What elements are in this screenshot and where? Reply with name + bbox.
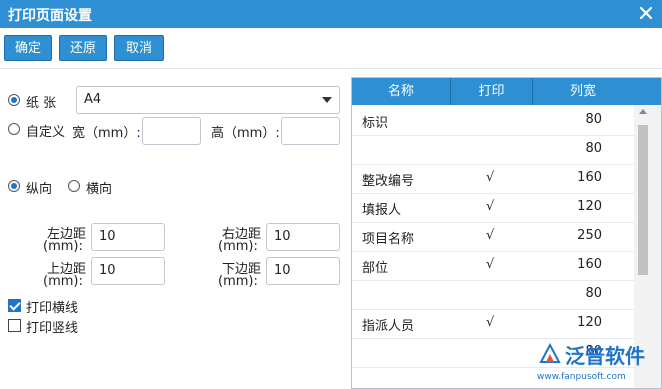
width-label: 宽（mm）: — [72, 126, 141, 141]
height-input[interactable] — [281, 117, 340, 145]
landscape-radio[interactable] — [68, 180, 80, 192]
left-margin-unit: (mm): — [43, 239, 83, 254]
cell-name: 填报人 — [362, 203, 402, 218]
cell-print[interactable]: √ — [486, 199, 494, 214]
cell-print[interactable]: √ — [486, 315, 494, 330]
cell-name: 指派人员 — [362, 319, 415, 334]
cell-width[interactable]: 120 — [577, 315, 602, 330]
header-width[interactable]: 列宽 — [533, 78, 633, 105]
right-margin-value: 10 — [274, 229, 291, 244]
landscape-label: 横向 — [86, 182, 113, 197]
table-row[interactable]: 80 — [352, 135, 634, 165]
top-margin-unit: (mm): — [43, 274, 83, 289]
close-icon[interactable] — [636, 3, 656, 23]
cell-width[interactable]: 80 — [585, 141, 602, 156]
cell-width[interactable]: 80 — [585, 286, 602, 301]
bottom-margin-input[interactable]: 10 — [266, 257, 340, 285]
table-row[interactable]: 部位 √ 160 — [352, 251, 634, 281]
header-print[interactable]: 打印 — [451, 78, 533, 105]
paper-size-value: A4 — [84, 92, 102, 107]
title-bar: 打印页面设置 — [0, 0, 662, 28]
table-header: 名称 打印 列宽 — [352, 78, 661, 105]
right-margin-input[interactable]: 10 — [266, 223, 340, 251]
cell-name: 部位 — [362, 261, 389, 276]
cell-width[interactable]: 250 — [577, 228, 602, 243]
paper-size-label: 纸 张 — [26, 96, 57, 111]
chevron-down-icon — [322, 97, 332, 103]
header-name[interactable]: 名称 — [352, 78, 451, 105]
table-row[interactable]: 整改编号 √ 160 — [352, 164, 634, 194]
cell-name: 标识 — [362, 116, 389, 131]
brand-logo-icon — [539, 342, 561, 363]
cancel-button[interactable]: 取消 — [114, 35, 164, 61]
cell-width[interactable]: 80 — [585, 112, 602, 127]
print-hlines-checkbox[interactable] — [8, 299, 21, 312]
paper-size-radio[interactable] — [8, 94, 20, 106]
left-margin-input[interactable]: 10 — [91, 223, 165, 251]
confirm-button[interactable]: 确定 — [4, 35, 52, 61]
top-margin-input[interactable]: 10 — [91, 257, 165, 285]
brand-name: 泛普软件 — [565, 344, 645, 368]
custom-size-radio[interactable] — [8, 123, 20, 135]
divider — [0, 68, 662, 69]
cell-width[interactable]: 160 — [577, 170, 602, 185]
restore-button[interactable]: 还原 — [59, 35, 107, 61]
brand-watermark: 泛普软件 www.fanpusoft.com — [533, 338, 662, 389]
table-row[interactable]: 标识 80 — [352, 106, 634, 136]
width-input[interactable] — [142, 117, 201, 145]
brand-url: www.fanpusoft.com — [537, 372, 626, 382]
right-margin-unit: (mm): — [218, 239, 258, 254]
cell-name: 整改编号 — [362, 174, 415, 189]
custom-size-label: 自定义 — [26, 125, 66, 140]
paper-size-select[interactable]: A4 — [76, 86, 340, 114]
table-row[interactable]: 项目名称 √ 250 — [352, 222, 634, 252]
window-title: 打印页面设置 — [8, 8, 92, 24]
top-margin-value: 10 — [99, 263, 116, 278]
left-margin-value: 10 — [99, 229, 116, 244]
portrait-radio[interactable] — [8, 180, 20, 192]
height-label: 高（mm）: — [211, 126, 280, 141]
table-row[interactable]: 80 — [352, 280, 634, 310]
table-row[interactable]: 指派人员 √ 120 — [352, 309, 634, 339]
cell-print[interactable]: √ — [486, 228, 494, 243]
bottom-margin-value: 10 — [274, 263, 291, 278]
portrait-label: 纵向 — [26, 182, 53, 197]
print-hlines-label: 打印横线 — [26, 301, 79, 316]
print-vlines-label: 打印竖线 — [26, 321, 79, 336]
cell-width[interactable]: 160 — [577, 257, 602, 272]
print-vlines-checkbox[interactable] — [8, 319, 21, 332]
cell-name: 项目名称 — [362, 232, 415, 247]
cell-print[interactable]: √ — [486, 170, 494, 185]
scroll-up-icon[interactable] — [639, 109, 647, 114]
cell-print[interactable]: √ — [486, 257, 494, 272]
bottom-margin-unit: (mm): — [218, 274, 258, 289]
cell-width[interactable]: 120 — [577, 199, 602, 214]
table-row[interactable]: 填报人 √ 120 — [352, 193, 634, 223]
scrollbar-thumb[interactable] — [638, 125, 648, 275]
